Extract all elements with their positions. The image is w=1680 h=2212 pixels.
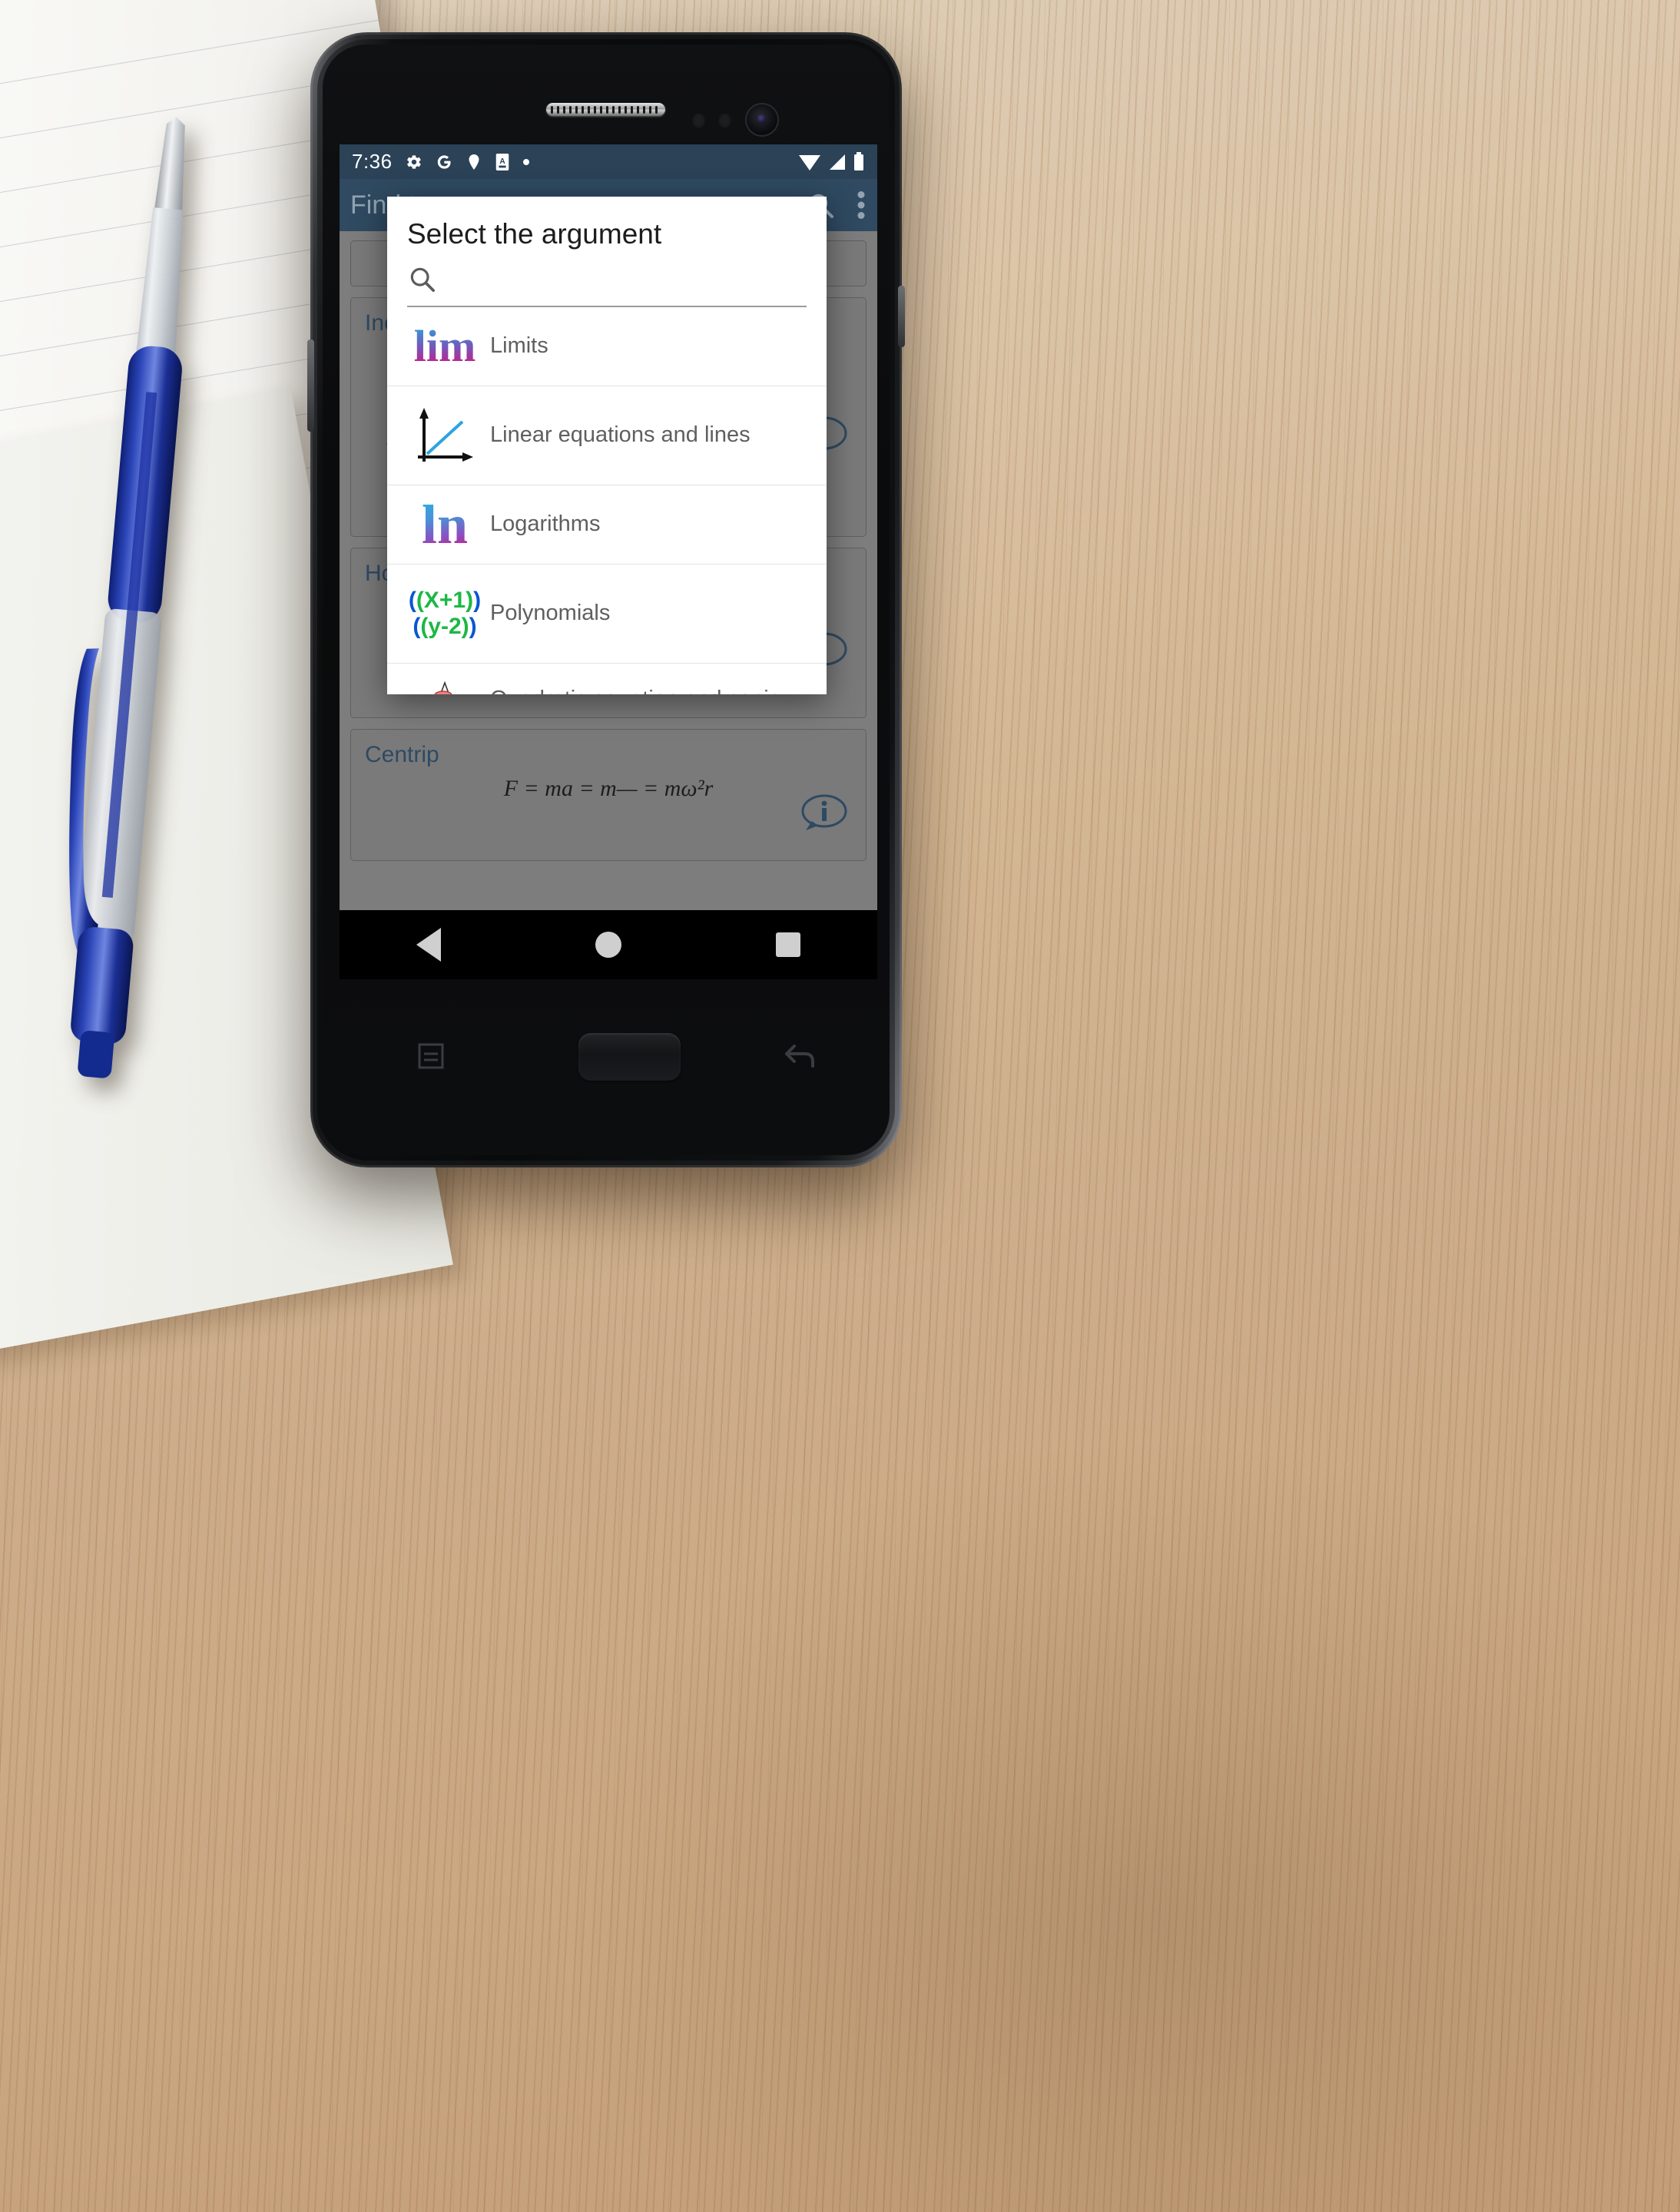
- ln-icon: ln: [421, 494, 469, 555]
- search-icon[interactable]: [407, 264, 438, 295]
- earpiece-grille: [546, 103, 665, 116]
- argument-list: lim Limits Linear equations and lines ln…: [387, 307, 827, 694]
- list-item-label: Linear equations and lines: [490, 422, 751, 448]
- list-item-quadratic[interactable]: Quadratic equation and conic sections: [387, 664, 827, 694]
- phone-device: 7:36 A Find t Centrip F = ma = m— = mω²r…: [307, 32, 905, 1167]
- dialog-search-input[interactable]: [452, 267, 807, 293]
- light-sensor: [717, 112, 732, 129]
- front-camera: [747, 104, 777, 135]
- polynomial-top: (X+1): [416, 588, 474, 614]
- dialog-search-row[interactable]: [387, 261, 827, 306]
- list-item-polynomials[interactable]: ((X+1)) ((y-2)) Polynomials: [387, 565, 827, 664]
- list-item-logarithms[interactable]: ln Logarithms: [387, 485, 827, 565]
- conic-sections-icon: [407, 680, 482, 694]
- list-item-label: Quadratic equation and conic sections: [482, 687, 807, 694]
- android-nav-bar: [340, 910, 877, 979]
- recents-square-icon[interactable]: [775, 932, 800, 957]
- home-circle-icon[interactable]: [595, 932, 621, 958]
- list-item-label: Logarithms: [490, 512, 601, 537]
- polynomial-icon: ((X+1)) ((y-2)): [408, 588, 482, 639]
- volume-button[interactable]: [307, 339, 314, 432]
- proximity-sensor: [691, 112, 706, 129]
- list-item-label: Polynomials: [490, 601, 611, 626]
- phone-screen: 7:36 A Find t Centrip F = ma = m— = mω²r…: [340, 144, 877, 979]
- back-hardware-icon[interactable]: [780, 1040, 817, 1072]
- home-hardware-button[interactable]: [578, 1033, 681, 1081]
- list-item-label: Limits: [490, 333, 548, 359]
- menu-hardware-icon[interactable]: [415, 1040, 447, 1072]
- dialog-title: Select the argument: [407, 218, 662, 250]
- lim-icon: lim: [413, 321, 476, 371]
- select-argument-dialog: Select the argument lim Limits Linear eq…: [387, 197, 827, 694]
- polynomial-bottom: (y-2): [420, 614, 469, 639]
- phone-face: 7:36 A Find t Centrip F = ma = m— = mω²r…: [323, 45, 890, 1155]
- list-item-limits[interactable]: lim Limits: [387, 307, 827, 386]
- list-item-linear-equations[interactable]: Linear equations and lines: [387, 386, 827, 485]
- power-button[interactable]: [898, 286, 905, 347]
- back-triangle-icon[interactable]: [416, 928, 442, 962]
- linear-graph-icon: [407, 402, 482, 469]
